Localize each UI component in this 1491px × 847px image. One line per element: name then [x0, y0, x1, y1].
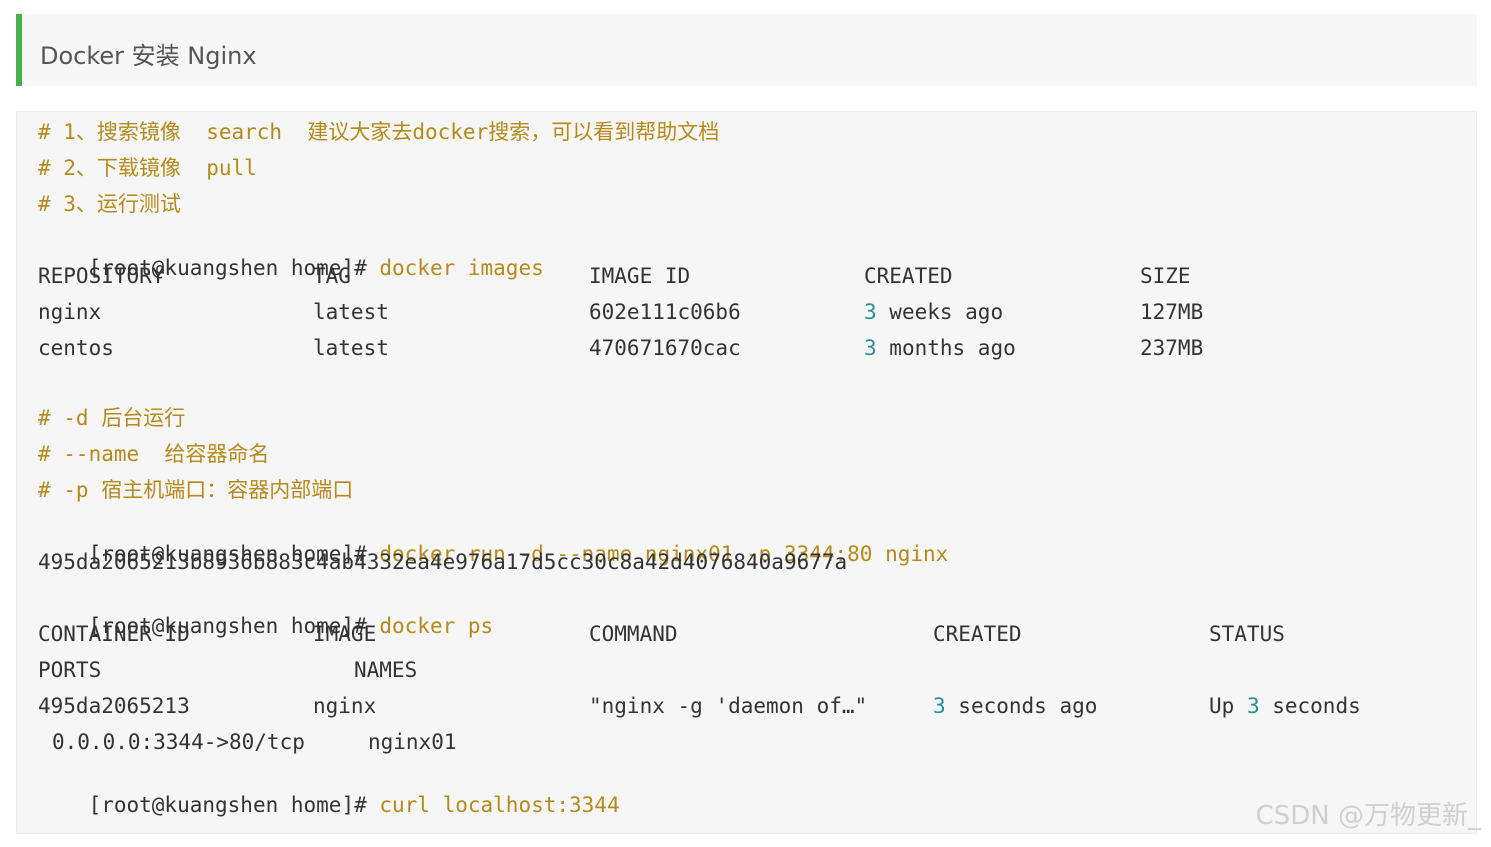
header-created: CREATED — [864, 264, 953, 288]
comment-port: # -p 宿主机端口：容器内部端口 — [38, 478, 354, 502]
section-heading: Docker 安装 Nginx — [16, 14, 1477, 86]
header-size: SIZE — [1140, 264, 1191, 288]
header-command: COMMAND — [589, 622, 678, 646]
created-cell: 3 seconds ago — [933, 694, 1098, 718]
header-created: CREATED — [933, 622, 1022, 646]
comment-search: # 1、搜索镜像 search 建议大家去docker搜索，可以看到帮助文档 — [38, 120, 720, 144]
comment-run: # 3、运行测试 — [38, 192, 181, 216]
comment-name: # --name 给容器命名 — [38, 442, 270, 466]
header-tag: TAG — [313, 264, 351, 288]
command-docker-ps: docker ps — [379, 614, 494, 638]
image-id-cell: 602e111c06b6 — [589, 300, 741, 324]
ports-cell: 0.0.0.0:3344->80/tcp — [52, 730, 305, 754]
status-cell: Up 3 seconds — [1209, 694, 1361, 718]
csdn-watermark: CSDN @万物更新_ — [1255, 801, 1481, 831]
image-cell: nginx — [313, 694, 377, 718]
tag-cell: latest — [313, 336, 389, 360]
header-image-id: IMAGE ID — [589, 264, 691, 288]
size-cell: 237MB — [1140, 336, 1204, 360]
names-cell: nginx01 — [368, 730, 457, 754]
shell-prompt: [root@kuangshen home]# — [88, 793, 380, 817]
container-hash: 495da2065213b8936b883c4ab4332ea4e976a17d… — [38, 550, 848, 574]
container-id-cell: 495da2065213 — [38, 694, 190, 718]
repo-cell: centos — [38, 336, 114, 360]
command-cell: "nginx -g 'daemon of…" — [589, 694, 868, 718]
command-curl: curl localhost:3344 — [379, 793, 620, 817]
header-container-id: CONTAINER ID — [38, 622, 190, 646]
header-image: IMAGE — [313, 622, 377, 646]
curl-command-line: [root@kuangshen home]# curl localhost:33… — [38, 763, 620, 847]
command-docker-images: docker images — [379, 256, 544, 280]
created-cell: 3 weeks ago — [864, 300, 1004, 324]
size-cell: 127MB — [1140, 300, 1204, 324]
header-ports: PORTS — [38, 658, 102, 682]
header-status: STATUS — [1209, 622, 1285, 646]
header-repository: REPOSITORY — [38, 264, 165, 288]
repo-cell: nginx — [38, 300, 102, 324]
comment-detach: # -d 后台运行 — [38, 406, 186, 430]
code-block[interactable]: # 1、搜索镜像 search 建议大家去docker搜索，可以看到帮助文档 #… — [16, 111, 1477, 834]
header-names: NAMES — [354, 658, 418, 682]
created-cell: 3 months ago — [864, 336, 1016, 360]
heading-title: Docker 安装 Nginx — [40, 42, 257, 70]
image-id-cell: 470671670cac — [589, 336, 741, 360]
comment-pull: # 2、下载镜像 pull — [38, 156, 257, 180]
tag-cell: latest — [313, 300, 389, 324]
